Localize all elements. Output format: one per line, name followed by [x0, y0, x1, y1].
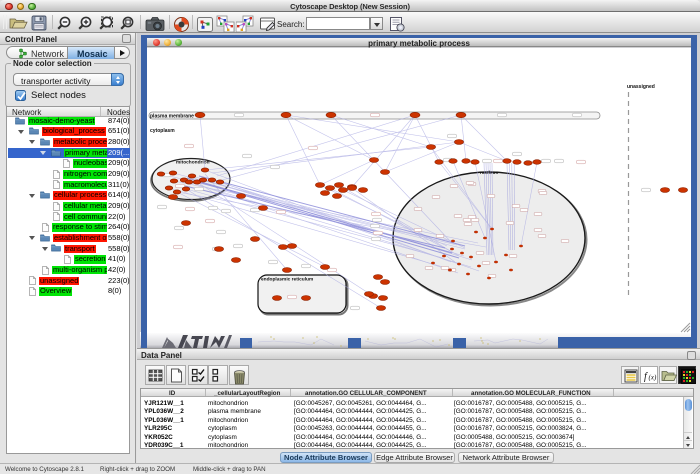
svg-text:cytoplasm: cytoplasm	[150, 128, 175, 134]
svg-text:f: f	[644, 372, 648, 383]
svg-text:endoplasmic reticulum: endoplasmic reticulum	[261, 277, 313, 283]
svg-text:plasma membrane: plasma membrane	[150, 113, 194, 119]
svg-text:(x): (x)	[649, 374, 657, 382]
svg-text:unassigned: unassigned	[627, 84, 655, 90]
svg-text:nucleus: nucleus	[480, 170, 498, 176]
